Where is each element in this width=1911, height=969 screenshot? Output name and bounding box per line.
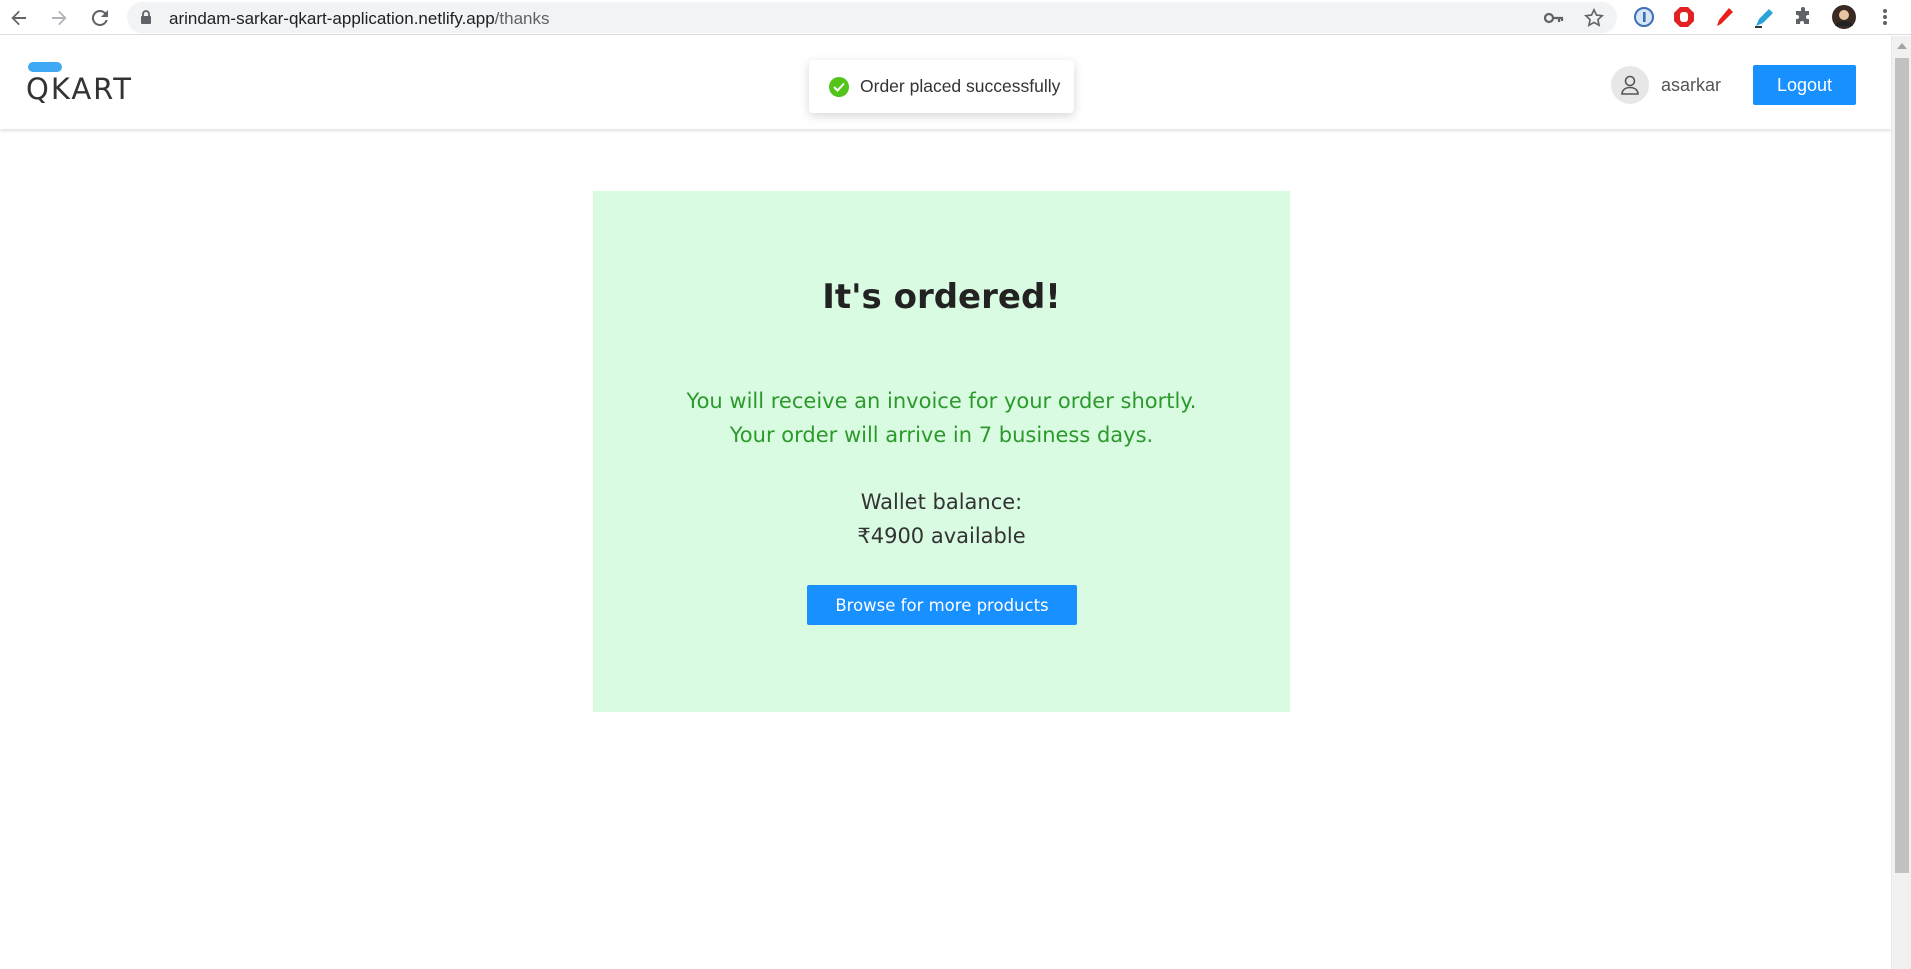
extension-1password-icon[interactable] (1631, 4, 1657, 30)
url-text: arindam-sarkar-qkart-application.netlify… (169, 9, 549, 29)
logo-pill-icon (28, 62, 62, 72)
extensions-puzzle-icon[interactable] (1790, 4, 1816, 30)
user-icon (1621, 75, 1639, 95)
browse-products-button[interactable]: Browse for more products (807, 585, 1077, 625)
forward-icon[interactable] (45, 4, 73, 32)
username: asarkar (1660, 74, 1721, 95)
lock-icon (140, 10, 152, 30)
check-circle-icon (829, 76, 849, 97)
url-path: /thanks (494, 9, 550, 28)
scrollbar-thumb[interactable] (1895, 58, 1909, 873)
key-icon[interactable] (1543, 7, 1565, 29)
toast-message: Order placed successfully (860, 76, 1061, 96)
logout-button[interactable]: Logout (1753, 65, 1856, 105)
kebab-menu-icon[interactable] (1872, 4, 1898, 30)
toast-notification: Order placed successfully (809, 60, 1074, 113)
wallet-amount: ₹4900 available (857, 524, 1026, 548)
page-scrollbar[interactable] (1891, 36, 1911, 969)
extension-pen-icon[interactable] (1711, 4, 1737, 30)
url-host: arindam-sarkar-qkart-application.netlify… (169, 9, 495, 28)
avatar (1610, 66, 1649, 104)
back-icon[interactable] (5, 4, 33, 32)
extension-highlighter-icon[interactable] (1751, 4, 1777, 30)
browser-toolbar: arindam-sarkar-qkart-application.netlify… (0, 0, 1911, 35)
extension-adblock-icon[interactable] (1671, 4, 1697, 30)
logo-text: QKART (26, 72, 133, 106)
invoice-text: You will receive an invoice for your ord… (686, 389, 1197, 413)
order-confirmation-card: It's ordered! You will receive an invoic… (593, 191, 1290, 712)
wallet-label: Wallet balance: (860, 490, 1023, 514)
user-info: asarkar (1610, 66, 1721, 104)
wallet-info: Wallet balance: ₹4900 available (593, 485, 1290, 553)
scroll-up-arrow-icon[interactable] (1897, 43, 1907, 49)
bookmark-star-icon[interactable] (1583, 7, 1605, 29)
delivery-text: Your order will arrive in 7 business day… (729, 423, 1154, 447)
order-message: You will receive an invoice for your ord… (593, 384, 1290, 452)
profile-avatar-icon[interactable] (1831, 4, 1857, 30)
page-title: It's ordered! (822, 277, 1061, 317)
address-bar[interactable]: arindam-sarkar-qkart-application.netlify… (127, 2, 1617, 33)
qkart-logo[interactable]: QKART (26, 62, 146, 110)
reload-icon[interactable] (86, 4, 114, 32)
